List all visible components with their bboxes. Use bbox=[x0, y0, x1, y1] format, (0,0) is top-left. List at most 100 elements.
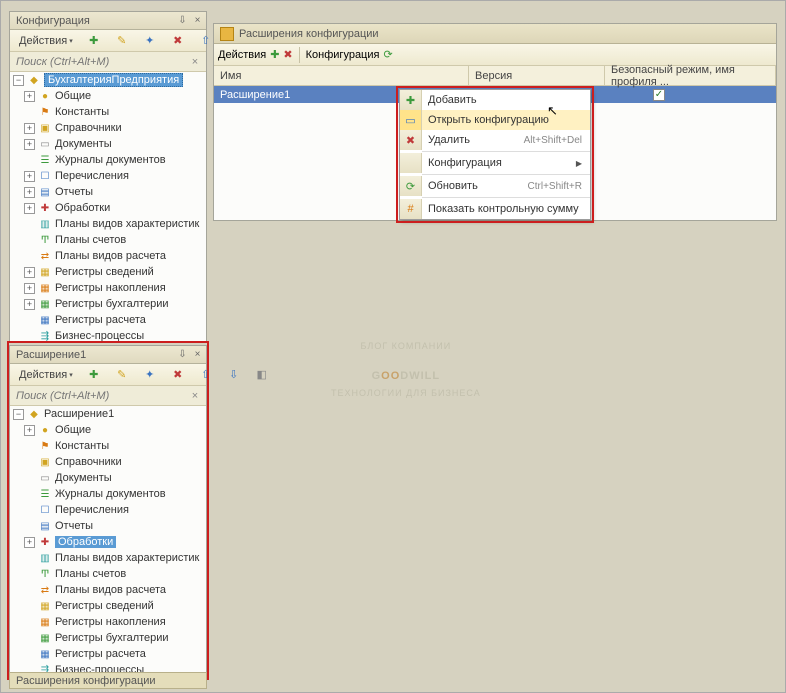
tree-label: Расширение1 bbox=[44, 408, 114, 420]
tree-item[interactable]: ▭Документы bbox=[10, 470, 206, 486]
tree-item[interactable]: ▥Планы видов характеристик bbox=[10, 550, 206, 566]
search-input[interactable] bbox=[14, 54, 188, 70]
expand-icon[interactable]: + bbox=[24, 537, 35, 548]
clear-search-icon[interactable]: × bbox=[188, 390, 202, 402]
tree-label: Регистры накопления bbox=[55, 616, 166, 628]
config-menu[interactable]: Конфигурация bbox=[306, 49, 380, 61]
safemode-checkbox[interactable]: ✓ bbox=[653, 89, 665, 101]
ctx-separator bbox=[422, 151, 590, 152]
panel-title: Конфигурация bbox=[16, 15, 174, 27]
config-tree[interactable]: −◆БухгалтерияПредприятия+●Общие⚑Констант… bbox=[10, 72, 206, 342]
tree-icon: ● bbox=[38, 424, 52, 436]
tree-label: Журналы документов bbox=[55, 154, 166, 166]
actions-menu[interactable]: Действия bbox=[14, 366, 78, 384]
col-version[interactable]: Версия bbox=[469, 66, 605, 85]
actions-menu[interactable]: Действия bbox=[14, 32, 78, 50]
add-icon[interactable]: ✚ bbox=[82, 32, 106, 50]
ctx-config-submenu[interactable]: Конфигурация ▶ bbox=[400, 153, 590, 173]
expand-spacer bbox=[24, 251, 35, 262]
tree-item[interactable]: ⇄Планы видов расчета bbox=[10, 248, 206, 264]
bottom-tab[interactable]: Расширения конфигурации bbox=[9, 672, 207, 689]
expand-icon[interactable]: + bbox=[24, 187, 35, 198]
clear-search-icon[interactable]: × bbox=[188, 56, 202, 68]
tree-root[interactable]: −◆БухгалтерияПредприятия bbox=[10, 72, 206, 88]
wand-icon[interactable]: ✦ bbox=[138, 366, 162, 384]
tree-item[interactable]: +▤Отчеты bbox=[10, 184, 206, 200]
extra-icon[interactable]: ◧ bbox=[250, 366, 274, 384]
tree-item[interactable]: ⚑Константы bbox=[10, 104, 206, 120]
down-icon[interactable]: ⇩ bbox=[222, 366, 246, 384]
col-safemode[interactable]: Безопасный режим, имя профиля ... bbox=[605, 66, 776, 85]
extension-tree[interactable]: −◆Расширение1+●Общие⚑Константы▣Справочни… bbox=[10, 406, 206, 674]
expand-icon[interactable]: + bbox=[24, 171, 35, 182]
tree-icon: ⇶ bbox=[38, 330, 52, 342]
tree-item[interactable]: ⇄Планы видов расчета bbox=[10, 582, 206, 598]
tree-item[interactable]: ▦Регистры накопления bbox=[10, 614, 206, 630]
delete-icon[interactable]: ✖ bbox=[166, 366, 190, 384]
expand-icon[interactable]: + bbox=[24, 425, 35, 436]
tree-root[interactable]: −◆Расширение1 bbox=[10, 406, 206, 422]
close-icon[interactable]: × bbox=[191, 348, 204, 361]
delete-icon[interactable]: ✖ bbox=[166, 32, 190, 50]
tree-item[interactable]: +●Общие bbox=[10, 88, 206, 104]
pin-icon[interactable]: ⇩ bbox=[176, 348, 189, 361]
grid-header: Имя Версия Безопасный режим, имя профиля… bbox=[214, 66, 776, 86]
tree-item[interactable]: ⚑Константы bbox=[10, 438, 206, 454]
refresh-icon[interactable]: ⟳ bbox=[383, 48, 392, 61]
tree-item[interactable]: +▦Регистры сведений bbox=[10, 264, 206, 280]
ctx-checksum[interactable]: # Показать контрольную сумму bbox=[400, 199, 590, 219]
tree-icon: ▦ bbox=[38, 600, 52, 612]
expand-icon[interactable]: + bbox=[24, 139, 35, 150]
expand-icon[interactable]: − bbox=[13, 75, 24, 86]
tree-item[interactable]: +▦Регистры бухгалтерии bbox=[10, 296, 206, 312]
tree-item[interactable]: ▦Регистры расчета bbox=[10, 646, 206, 662]
add-icon[interactable]: ✚ bbox=[270, 48, 279, 61]
tree-item[interactable]: ▦Регистры расчета bbox=[10, 312, 206, 328]
col-name[interactable]: Имя bbox=[214, 66, 469, 85]
expand-icon[interactable]: + bbox=[24, 267, 35, 278]
tree-item[interactable]: +▦Регистры накопления bbox=[10, 280, 206, 296]
tree-item[interactable]: ☐Перечисления bbox=[10, 502, 206, 518]
tree-item[interactable]: +▭Документы bbox=[10, 136, 206, 152]
tree-item[interactable]: +✚Обработки bbox=[10, 534, 206, 550]
tree-item[interactable]: ☰Журналы документов bbox=[10, 486, 206, 502]
edit-icon[interactable]: ✎ bbox=[110, 32, 134, 50]
tree-item[interactable]: ͲПланы счетов bbox=[10, 566, 206, 582]
wand-icon[interactable]: ✦ bbox=[138, 32, 162, 50]
tree-item[interactable]: ▣Справочники bbox=[10, 454, 206, 470]
add-icon[interactable]: ✚ bbox=[82, 366, 106, 384]
expand-icon[interactable]: + bbox=[24, 299, 35, 310]
tree-item[interactable]: +☐Перечисления bbox=[10, 168, 206, 184]
tree-icon: ⇄ bbox=[38, 584, 52, 596]
edit-icon[interactable]: ✎ bbox=[110, 366, 134, 384]
tree-item[interactable]: ⇶Бизнес-процессы bbox=[10, 328, 206, 342]
delete-icon[interactable]: ✖ bbox=[283, 48, 292, 61]
ctx-add[interactable]: ✚ Добавить bbox=[400, 90, 590, 110]
expand-icon[interactable]: − bbox=[13, 409, 24, 420]
ctx-refresh[interactable]: ⟳ Обновить Ctrl+Shift+R bbox=[400, 176, 590, 196]
tree-icon: ☐ bbox=[38, 170, 52, 182]
tree-icon: ☐ bbox=[38, 504, 52, 516]
search-input[interactable] bbox=[14, 388, 188, 404]
ctx-delete[interactable]: ✖ Удалить Alt+Shift+Del bbox=[400, 130, 590, 150]
tree-item[interactable]: ▦Регистры бухгалтерии bbox=[10, 630, 206, 646]
tree-item[interactable]: ▦Регистры сведений bbox=[10, 598, 206, 614]
ctx-open-config[interactable]: ▭ Открыть конфигурацию bbox=[400, 110, 590, 130]
expand-icon[interactable]: + bbox=[24, 123, 35, 134]
actions-menu[interactable]: Действия bbox=[218, 49, 266, 61]
tree-item[interactable]: +●Общие bbox=[10, 422, 206, 438]
tree-item[interactable]: ͲПланы счетов bbox=[10, 232, 206, 248]
expand-spacer bbox=[24, 155, 35, 166]
tree-item[interactable]: +▣Справочники bbox=[10, 120, 206, 136]
expand-icon[interactable]: + bbox=[24, 203, 35, 214]
tree-item[interactable]: +✚Обработки bbox=[10, 200, 206, 216]
tree-item[interactable]: ☰Журналы документов bbox=[10, 152, 206, 168]
close-icon[interactable]: × bbox=[191, 14, 204, 27]
up-icon[interactable]: ⇧ bbox=[194, 366, 218, 384]
expand-icon[interactable]: + bbox=[24, 91, 35, 102]
pin-icon[interactable]: ⇩ bbox=[176, 14, 189, 27]
tree-item[interactable]: ▥Планы видов характеристик bbox=[10, 216, 206, 232]
expand-spacer bbox=[24, 617, 35, 628]
tree-item[interactable]: ▤Отчеты bbox=[10, 518, 206, 534]
expand-icon[interactable]: + bbox=[24, 283, 35, 294]
